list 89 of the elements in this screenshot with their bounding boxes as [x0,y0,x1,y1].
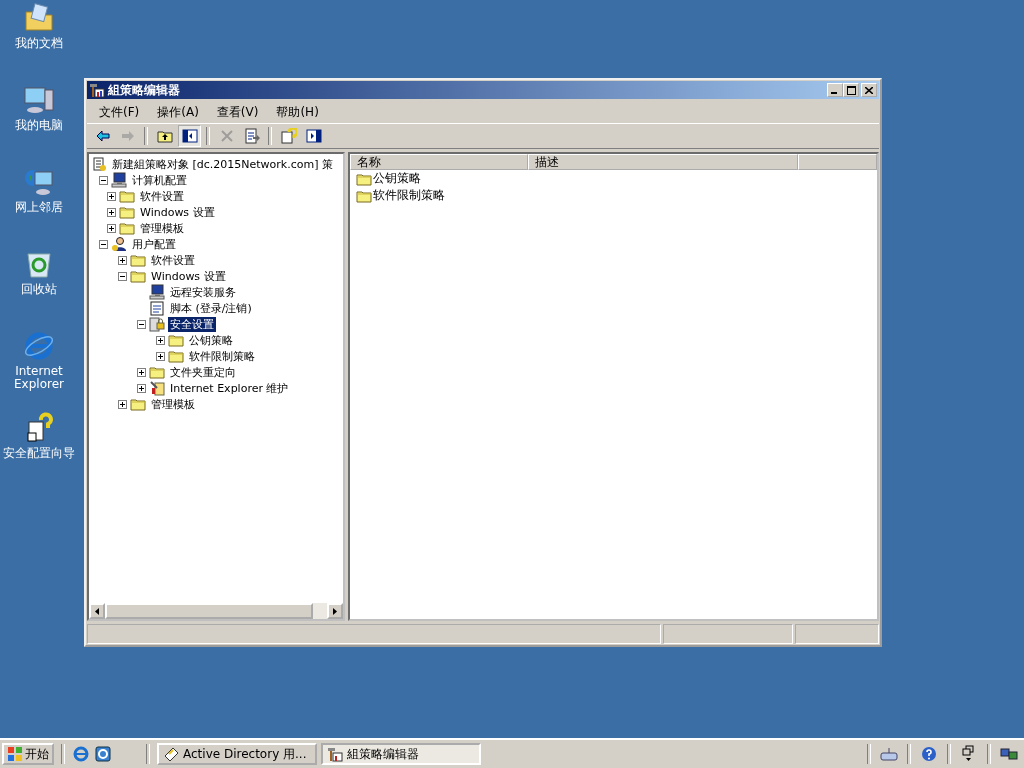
tree-pane-icon [181,128,198,144]
list-item[interactable]: 公钥策略 [373,170,421,187]
list-item[interactable]: 软件限制策略 [373,187,445,204]
expand-icon[interactable] [137,383,146,393]
hammer-chart-icon [89,82,105,98]
expand-icon[interactable] [118,399,127,409]
horizontal-scrollbar[interactable] [89,603,343,619]
maximize-button[interactable] [843,83,859,97]
forward-arrow-icon [119,128,136,144]
folder-icon [119,188,135,204]
tree-item[interactable]: 管理模板 [149,396,197,412]
delete-icon [218,128,235,144]
collapse-icon[interactable] [137,319,146,329]
export-list-icon [243,128,260,144]
back-arrow-icon [94,128,111,144]
folder-icon [130,268,146,284]
taskbar-button[interactable]: Active Directory 用... [157,743,317,765]
menu-item[interactable]: 帮助(H) [268,101,327,123]
desktop-icon-label[interactable]: 回收站 [21,283,57,296]
collapse-icon[interactable] [99,239,108,249]
network-computers-icon[interactable] [1000,745,1018,763]
minimize-button[interactable] [827,83,843,97]
tree-item[interactable]: 公钥策略 [187,332,235,348]
close-button[interactable] [861,83,877,97]
tree-item[interactable]: 新建組策略对象 [dc.2015Network.com] 策 [110,156,335,172]
security-icon [149,316,165,332]
tree-item[interactable]: 脚本 (登录/注销) [168,300,254,316]
keyboard-icon[interactable] [880,745,898,763]
pane-icon [305,128,322,144]
expand-icon[interactable] [118,255,127,265]
tree-pane-button[interactable] [178,125,201,147]
expand-icon[interactable] [137,367,146,377]
tree-item[interactable]: 用户配置 [130,236,178,252]
user-icon [111,236,127,252]
four-squares-icon [7,746,23,762]
script-icon [149,300,165,316]
column-header[interactable]: 名称 [350,154,528,170]
collapse-icon[interactable] [118,271,127,281]
hammer-chart-icon [327,746,343,762]
desktop-icon-label[interactable]: Internet Explorer [0,365,78,391]
help-icon [280,128,297,144]
tree-item[interactable]: Windows 设置 [138,204,217,220]
maximize-icon [846,85,856,95]
scroll-right-icon[interactable] [327,603,343,619]
desktop-icon-label[interactable]: 我的文档 [15,37,63,50]
tree-item[interactable]: 安全设置 [168,316,216,332]
tree-item[interactable]: 软件设置 [138,188,186,204]
window-title: 組策略编辑器 [108,81,180,99]
computer-icon [111,172,127,188]
tree-item[interactable]: 软件限制策略 [187,348,257,364]
taskbar-button[interactable]: 組策略编辑器 [321,743,481,765]
scroll-left-icon[interactable] [89,603,105,619]
folder-up-icon [156,128,173,144]
expand-icon[interactable] [156,335,165,345]
pen-icon [163,746,179,762]
documents-folder-icon[interactable] [23,2,55,34]
desktop-icon-label[interactable]: 网上邻居 [15,201,63,214]
menu-item[interactable]: 文件(F) [91,101,148,123]
column-header[interactable]: 描述 [528,154,798,170]
folder-icon [149,364,165,380]
tree-item[interactable]: 计算机配置 [130,172,189,188]
policy-scroll-icon [91,156,107,172]
folder-icon [130,252,146,268]
expand-icon[interactable] [107,191,116,201]
menu-item[interactable]: 操作(A) [149,101,207,123]
expand-icon[interactable] [107,207,116,217]
folder-icon [168,332,184,348]
tree-item[interactable]: Windows 设置 [149,268,228,284]
help-icon[interactable] [920,745,938,763]
tree-item[interactable]: 远程安装服务 [168,284,238,300]
expand-icon[interactable] [156,351,165,361]
scrollbar-thumb[interactable] [105,603,313,619]
desktop-icon-label[interactable]: 我的电脑 [15,119,63,132]
folder-icon [168,348,184,364]
menu-item[interactable]: 查看(V) [208,101,267,123]
desktop-icon-label[interactable]: 安全配置向导 [3,447,75,460]
folder-icon [119,204,135,220]
expand-icon[interactable] [107,223,116,233]
folder-icon [119,220,135,236]
tree-item[interactable]: 软件设置 [149,252,197,268]
computer-icon [149,284,165,300]
tree-item[interactable]: Internet Explorer 维护 [168,380,291,396]
collapse-icon[interactable] [99,175,108,185]
tree-item[interactable]: 管理模板 [138,220,186,236]
tree-item[interactable]: 文件夹重定向 [168,364,238,380]
folder-icon [130,396,146,412]
close-icon [865,86,873,94]
start-button[interactable]: 开始 [2,743,54,765]
computer-icon[interactable] [23,84,55,116]
